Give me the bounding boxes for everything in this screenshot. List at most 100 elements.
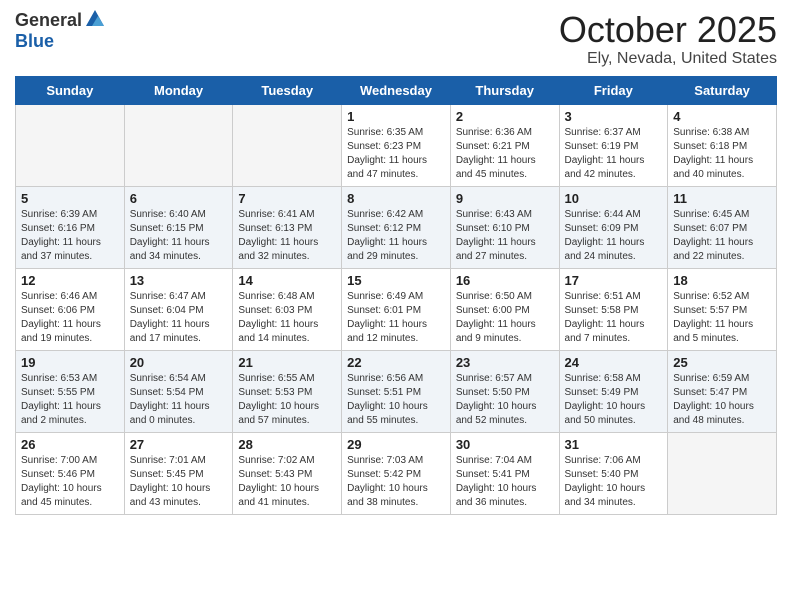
day-number: 8 [347,191,445,206]
col-friday: Friday [559,76,668,104]
day-number: 26 [21,437,119,452]
calendar-day-cell [16,104,125,186]
day-info: Sunrise: 7:02 AMSunset: 5:43 PMDaylight:… [238,454,336,510]
calendar-day-cell: 9 Sunrise: 6:43 AMSunset: 6:10 PMDaylight… [450,186,559,268]
calendar-day-cell: 14 Sunrise: 6:48 AMSunset: 6:03 PMDayligh… [233,268,342,350]
day-info: Sunrise: 6:38 AMSunset: 6:18 PMDaylight:… [673,126,771,182]
day-number: 3 [565,109,663,124]
day-number: 29 [347,437,445,452]
day-number: 28 [238,437,336,452]
day-number: 6 [130,191,228,206]
calendar-day-cell: 7 Sunrise: 6:41 AMSunset: 6:13 PMDaylight… [233,186,342,268]
day-number: 25 [673,355,771,370]
day-info: Sunrise: 6:36 AMSunset: 6:21 PMDaylight:… [456,126,554,182]
calendar-day-cell: 28 Sunrise: 7:02 AMSunset: 5:43 PMDayligh… [233,432,342,514]
day-info: Sunrise: 6:42 AMSunset: 6:12 PMDaylight:… [347,208,445,264]
calendar-day-cell: 6 Sunrise: 6:40 AMSunset: 6:15 PMDaylight… [124,186,233,268]
day-info: Sunrise: 6:45 AMSunset: 6:07 PMDaylight:… [673,208,771,264]
calendar-day-cell [124,104,233,186]
day-number: 13 [130,273,228,288]
calendar-day-cell: 4 Sunrise: 6:38 AMSunset: 6:18 PMDaylight… [668,104,777,186]
col-monday: Monday [124,76,233,104]
calendar-day-cell: 24 Sunrise: 6:58 AMSunset: 5:49 PMDayligh… [559,350,668,432]
day-info: Sunrise: 6:35 AMSunset: 6:23 PMDaylight:… [347,126,445,182]
day-info: Sunrise: 6:51 AMSunset: 5:58 PMDaylight:… [565,290,663,346]
day-info: Sunrise: 6:56 AMSunset: 5:51 PMDaylight:… [347,372,445,428]
calendar-day-cell: 27Sunrise: 7:01 AMSunset: 5:45 PMDayligh… [124,432,233,514]
day-info: Sunrise: 6:43 AMSunset: 6:10 PMDaylight:… [456,208,554,264]
title-section: October 2025 Ely, Nevada, United States [559,10,777,68]
page-header: General Blue October 2025 Ely, Nevada, U… [15,10,777,68]
calendar-day-cell [668,432,777,514]
day-info: Sunrise: 6:53 AMSunset: 5:55 PMDaylight:… [21,372,119,428]
subtitle: Ely, Nevada, United States [559,50,777,68]
calendar-week-row-5: 26Sunrise: 7:00 AMSunset: 5:46 PMDayligh… [16,432,777,514]
day-info: Sunrise: 6:52 AMSunset: 5:57 PMDaylight:… [673,290,771,346]
day-number: 10 [565,191,663,206]
page-container: General Blue October 2025 Ely, Nevada, U… [0,0,792,530]
calendar-week-row-3: 12Sunrise: 6:46 AMSunset: 6:06 PMDayligh… [16,268,777,350]
calendar-day-cell: 16 Sunrise: 6:50 AMSunset: 6:00 PMDayligh… [450,268,559,350]
calendar-day-cell: 15Sunrise: 6:49 AMSunset: 6:01 PMDayligh… [342,268,451,350]
calendar-day-cell: 12Sunrise: 6:46 AMSunset: 6:06 PMDayligh… [16,268,125,350]
day-number: 31 [565,437,663,452]
day-number: 14 [238,273,336,288]
calendar-week-row-2: 5Sunrise: 6:39 AMSunset: 6:16 PMDaylight… [16,186,777,268]
calendar-day-cell: 20 Sunrise: 6:54 AMSunset: 5:54 PMDayligh… [124,350,233,432]
calendar-day-cell: 31 Sunrise: 7:06 AMSunset: 5:40 PMDayligh… [559,432,668,514]
day-info: Sunrise: 6:41 AMSunset: 6:13 PMDaylight:… [238,208,336,264]
calendar-week-row-4: 19 Sunrise: 6:53 AMSunset: 5:55 PMDayligh… [16,350,777,432]
day-info: Sunrise: 7:06 AMSunset: 5:40 PMDaylight:… [565,454,663,510]
day-number: 7 [238,191,336,206]
day-number: 24 [565,355,663,370]
day-number: 11 [673,191,771,206]
logo-blue-text: Blue [15,31,54,52]
col-saturday: Saturday [668,76,777,104]
calendar-table: Sunday Monday Tuesday Wednesday Thursday… [15,76,777,515]
day-number: 19 [21,355,119,370]
day-info: Sunrise: 6:58 AMSunset: 5:49 PMDaylight:… [565,372,663,428]
calendar-day-cell: 8 Sunrise: 6:42 AMSunset: 6:12 PMDaylight… [342,186,451,268]
day-number: 30 [456,437,554,452]
day-number: 21 [238,355,336,370]
col-tuesday: Tuesday [233,76,342,104]
day-number: 23 [456,355,554,370]
day-number: 4 [673,109,771,124]
logo-general-text: General [15,10,82,31]
calendar-day-cell: 3 Sunrise: 6:37 AMSunset: 6:19 PMDaylight… [559,104,668,186]
day-info: Sunrise: 7:04 AMSunset: 5:41 PMDaylight:… [456,454,554,510]
col-sunday: Sunday [16,76,125,104]
day-number: 20 [130,355,228,370]
day-info: Sunrise: 6:49 AMSunset: 6:01 PMDaylight:… [347,290,445,346]
calendar-day-cell: 11 Sunrise: 6:45 AMSunset: 6:07 PMDayligh… [668,186,777,268]
calendar-day-cell: 18Sunrise: 6:52 AMSunset: 5:57 PMDayligh… [668,268,777,350]
col-thursday: Thursday [450,76,559,104]
day-number: 22 [347,355,445,370]
day-info: Sunrise: 6:48 AMSunset: 6:03 PMDaylight:… [238,290,336,346]
logo: General Blue [15,10,106,52]
calendar-day-cell: 29 Sunrise: 7:03 AMSunset: 5:42 PMDayligh… [342,432,451,514]
day-info: Sunrise: 6:40 AMSunset: 6:15 PMDaylight:… [130,208,228,264]
day-info: Sunrise: 6:54 AMSunset: 5:54 PMDaylight:… [130,372,228,428]
calendar-day-cell: 25Sunrise: 6:59 AMSunset: 5:47 PMDayligh… [668,350,777,432]
day-info: Sunrise: 6:57 AMSunset: 5:50 PMDaylight:… [456,372,554,428]
day-number: 1 [347,109,445,124]
day-info: Sunrise: 6:44 AMSunset: 6:09 PMDaylight:… [565,208,663,264]
day-number: 17 [565,273,663,288]
day-info: Sunrise: 6:37 AMSunset: 6:19 PMDaylight:… [565,126,663,182]
calendar-day-cell: 19 Sunrise: 6:53 AMSunset: 5:55 PMDayligh… [16,350,125,432]
col-wednesday: Wednesday [342,76,451,104]
day-number: 9 [456,191,554,206]
day-info: Sunrise: 7:03 AMSunset: 5:42 PMDaylight:… [347,454,445,510]
day-info: Sunrise: 6:50 AMSunset: 6:00 PMDaylight:… [456,290,554,346]
day-info: Sunrise: 7:01 AMSunset: 5:45 PMDaylight:… [130,454,228,510]
day-info: Sunrise: 6:46 AMSunset: 6:06 PMDaylight:… [21,290,119,346]
calendar-day-cell: 26Sunrise: 7:00 AMSunset: 5:46 PMDayligh… [16,432,125,514]
main-title: October 2025 [559,10,777,50]
day-number: 16 [456,273,554,288]
calendar-day-cell: 1 Sunrise: 6:35 AMSunset: 6:23 PMDaylight… [342,104,451,186]
calendar-day-cell: 2Sunrise: 6:36 AMSunset: 6:21 PMDaylight… [450,104,559,186]
day-info: Sunrise: 6:39 AMSunset: 6:16 PMDaylight:… [21,208,119,264]
day-info: Sunrise: 6:55 AMSunset: 5:53 PMDaylight:… [238,372,336,428]
calendar-day-cell: 30 Sunrise: 7:04 AMSunset: 5:41 PMDayligh… [450,432,559,514]
